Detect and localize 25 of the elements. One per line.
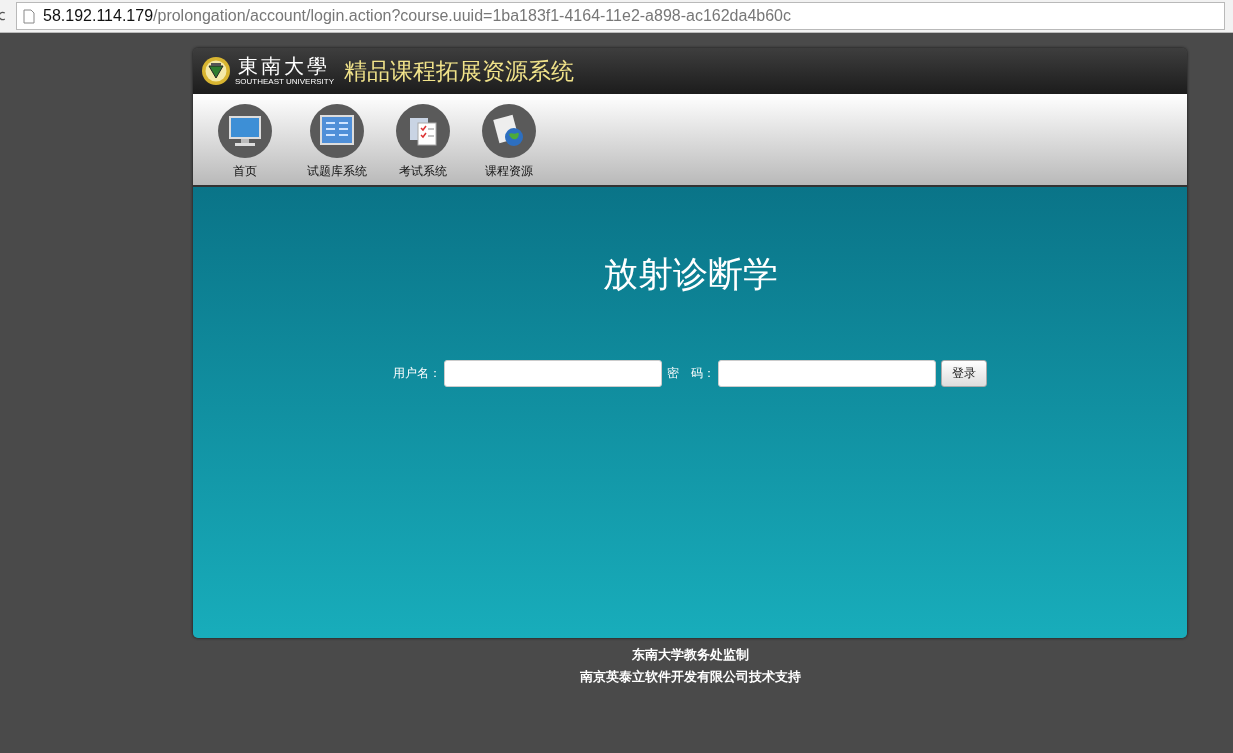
username-field[interactable] <box>444 360 662 387</box>
footer-text: 南京英泰立软件开发有限公司技术支持 <box>579 668 801 686</box>
nav-item[interactable]: 首页 <box>216 94 274 185</box>
nav-item[interactable]: 考试系统 <box>380 94 466 185</box>
password-label: 密 码： <box>667 365 715 382</box>
nav-item[interactable]: 试题库系统 <box>294 94 380 185</box>
nav-item[interactable]: 课程资源 <box>466 94 552 185</box>
url-host: 58.192.114.179 <box>43 7 154 25</box>
reload-icon[interactable] <box>0 9 6 23</box>
globe-document-icon <box>482 104 536 158</box>
monitor-icon <box>218 104 272 158</box>
page-icon <box>23 8 35 24</box>
address-bar[interactable]: 58.192.114.179/prolongation/account/login.action?course.uuid=1ba183f1-4164-11e2-a898-ac162da4b60c <box>16 2 1225 30</box>
footer-text: 东南大学教务处监制 <box>631 646 749 664</box>
system-title: 精品课程拓展资源系统 <box>344 56 574 86</box>
login-button[interactable]: 登录 <box>941 360 987 387</box>
url-path: /prolongation/account/login.action?course.uuid=1ba183f1-4164-11e2-a898-ac162da4b60c <box>153 7 791 25</box>
university-emblem-icon <box>201 56 231 86</box>
username-label: 用户名： <box>393 365 441 382</box>
checklist-icon <box>396 104 450 158</box>
course-title: 放射诊断学 <box>602 253 778 296</box>
screen-list-icon <box>310 104 364 158</box>
password-field[interactable] <box>718 360 936 387</box>
logo-subtext: SOUTHEAST UNIVERSITY <box>235 77 334 87</box>
logo-text: 東南大學 <box>238 55 331 77</box>
